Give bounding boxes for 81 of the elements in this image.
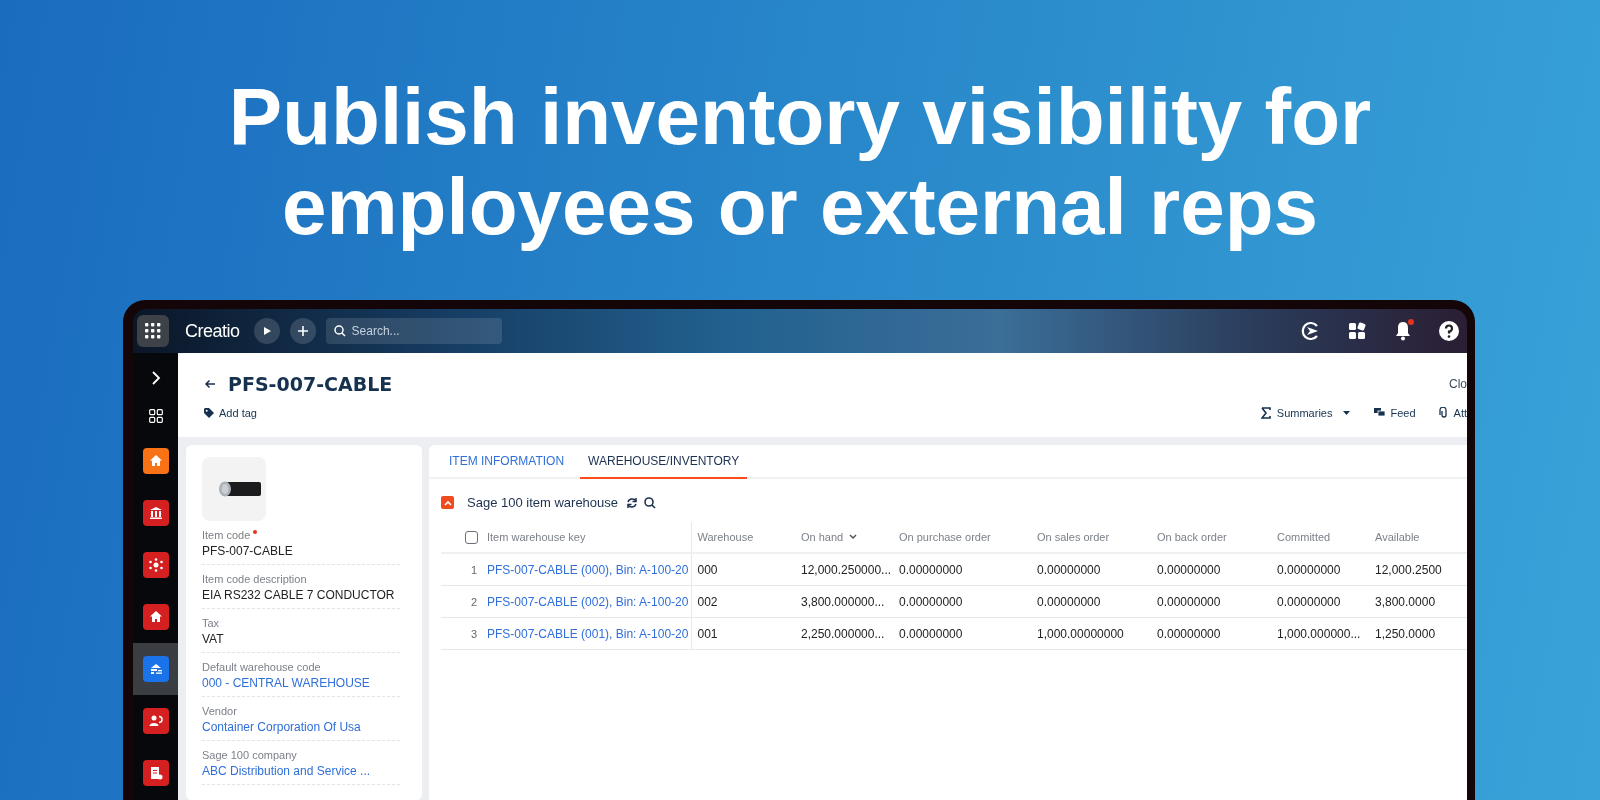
- app-menu-button[interactable]: [137, 315, 169, 347]
- field-link[interactable]: Container Corporation Of Usa: [202, 720, 400, 734]
- select-all-checkbox[interactable]: [465, 530, 478, 544]
- logo: Creatio: [185, 320, 240, 342]
- row-number: 2: [469, 595, 477, 608]
- field-label: Sage 100 company: [202, 749, 297, 761]
- chevron-up-icon: [443, 499, 452, 506]
- row-number: 1: [469, 563, 477, 576]
- search-icon: [333, 325, 346, 337]
- table-cell: 12,000.250000...: [801, 562, 892, 577]
- feed-button[interactable]: Feed: [1374, 407, 1416, 419]
- help-icon[interactable]: [1437, 319, 1461, 343]
- search-icon[interactable]: [644, 496, 657, 509]
- column-header[interactable]: Committed: [1277, 531, 1331, 543]
- field-link[interactable]: ABC Distribution and Service ...: [202, 764, 400, 778]
- field-label: Vendor: [202, 705, 237, 717]
- table-cell: 0.00000000: [1277, 594, 1341, 609]
- close-button[interactable]: Clo: [1449, 377, 1467, 391]
- nav-item[interactable]: [133, 643, 178, 695]
- table-cell: 001: [697, 626, 718, 641]
- paperclip-icon: [1437, 407, 1449, 419]
- table-cell: 1,000.00000000: [1037, 626, 1124, 641]
- play-button[interactable]: [253, 318, 280, 344]
- table-cell: 0.00000000: [1157, 562, 1221, 577]
- play-icon: [261, 326, 272, 336]
- column-header[interactable]: On sales order: [1037, 531, 1110, 543]
- column-header[interactable]: On back order: [1157, 531, 1227, 543]
- column-header[interactable]: Item warehouse key: [487, 531, 586, 543]
- table-cell: 000: [697, 562, 718, 577]
- collapse-button[interactable]: [441, 496, 454, 509]
- field-value: EIA RS232 CABLE 7 CONDUCTOR: [202, 588, 396, 602]
- row-number: 3: [469, 627, 477, 640]
- field-label: Tax: [202, 617, 220, 629]
- page-title: PFS-007-CABLE: [228, 373, 393, 395]
- cable-drawing: [202, 457, 266, 521]
- field-value: PFS-007-CABLE: [202, 544, 294, 558]
- attach-button[interactable]: Att: [1437, 407, 1467, 419]
- field-label: Item code: [202, 529, 251, 541]
- column-header[interactable]: On hand: [801, 531, 844, 543]
- tab[interactable]: WAREHOUSE/INVENTORY: [580, 445, 748, 479]
- table-cell: 12,000.2500: [1375, 562, 1442, 577]
- record-link[interactable]: PFS-007-CABLE (002), Bin: A-100-20: [487, 594, 689, 609]
- field-value: VAT: [202, 632, 225, 646]
- caret-down-icon: [1340, 410, 1353, 416]
- table-cell: 0.00000000: [1037, 594, 1101, 609]
- table-cell: 0.00000000: [899, 626, 963, 641]
- grid-icon: [148, 409, 163, 423]
- summaries-button[interactable]: Summaries: [1260, 407, 1353, 419]
- table-cell: 0.00000000: [1157, 626, 1221, 641]
- table-cell: 0.00000000: [1157, 594, 1221, 609]
- tab[interactable]: ITEM INFORMATION: [441, 445, 573, 479]
- section-title: Sage 100 item warehouse: [467, 495, 619, 510]
- table-cell: 3,800.0000: [1375, 594, 1436, 609]
- table-cell: 1,250.0000: [1375, 626, 1436, 641]
- field-link[interactable]: 000 - CENTRAL WAREHOUSE: [202, 676, 400, 690]
- refresh-icon[interactable]: [626, 496, 639, 509]
- table-cell: 0.00000000: [1277, 562, 1341, 577]
- column-header[interactable]: Available: [1375, 531, 1420, 543]
- table-cell: 0.00000000: [899, 594, 963, 609]
- field-label: Default warehouse code: [202, 661, 321, 673]
- table-cell: 2,250.000000...: [801, 626, 885, 641]
- tag-icon: [204, 408, 214, 418]
- back-arrow-icon[interactable]: [204, 379, 216, 389]
- grid-icon: [145, 323, 161, 339]
- column-header[interactable]: On purchase order: [899, 531, 991, 543]
- table-cell: 3,800.000000...: [801, 594, 885, 609]
- sigma-icon: [1260, 407, 1272, 419]
- column-header[interactable]: Warehouse: [697, 531, 754, 543]
- plus-icon: [297, 326, 308, 336]
- add-tag-button[interactable]: Add tag: [204, 407, 257, 419]
- record-link[interactable]: PFS-007-CABLE (000), Bin: A-100-20: [487, 562, 689, 577]
- table-cell: 002: [697, 594, 718, 609]
- table-cell: 1,000.000000...: [1277, 626, 1361, 641]
- add-button[interactable]: [289, 318, 316, 344]
- field-label: Item code description: [202, 573, 307, 585]
- record-link[interactable]: PFS-007-CABLE (001), Bin: A-100-20: [487, 626, 689, 641]
- table-cell: 0.00000000: [1037, 562, 1101, 577]
- headline: Publish inventory visibility for employees or external reps: [227, 72, 1373, 252]
- chat-icon: [1374, 407, 1386, 419]
- chevron-right-icon: [150, 371, 161, 385]
- table-cell: 0.00000000: [899, 562, 963, 577]
